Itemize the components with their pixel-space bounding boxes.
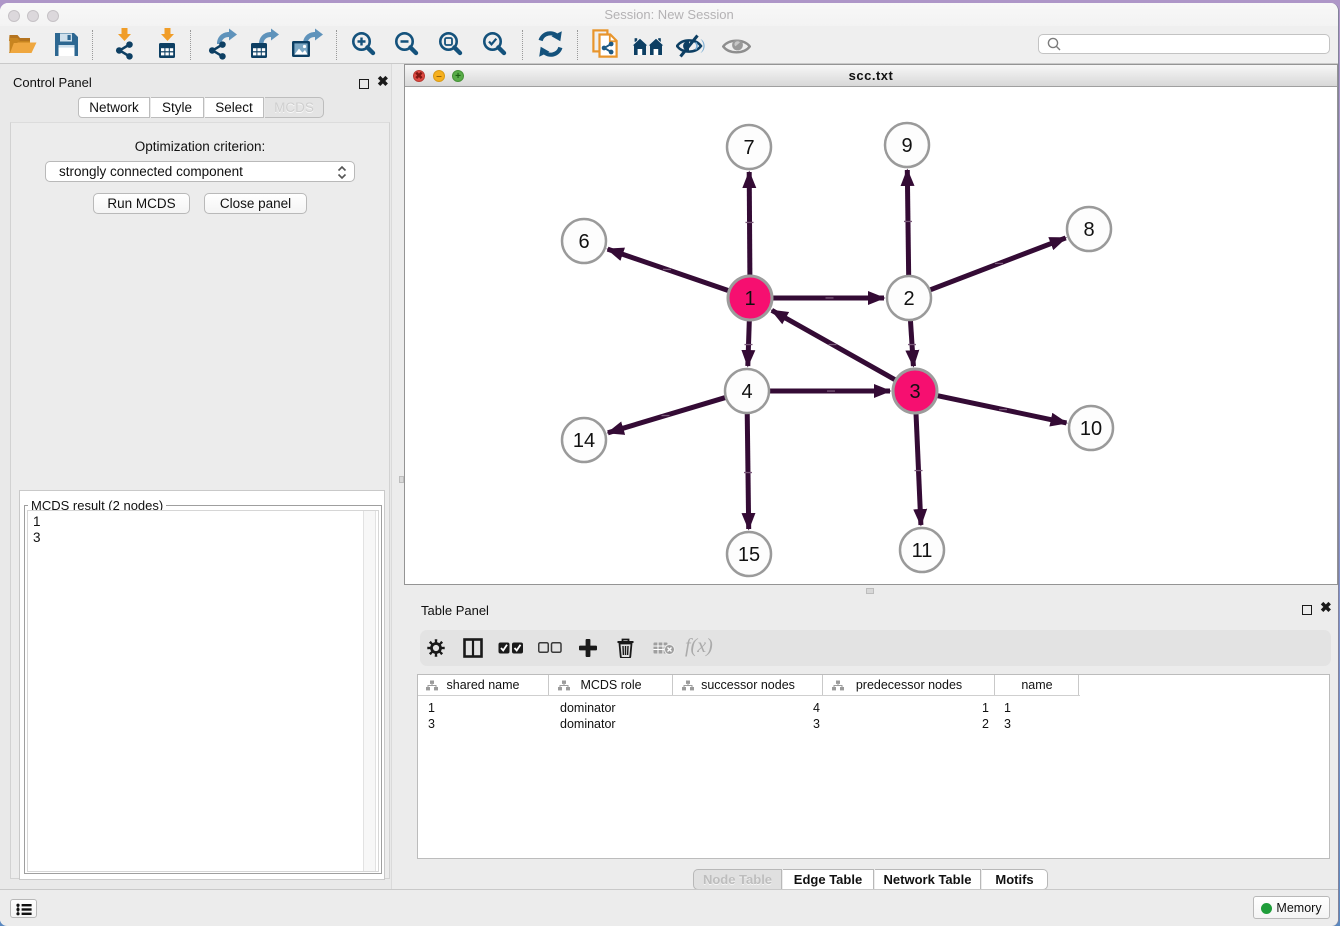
svg-text:11: 11: [912, 540, 933, 562]
svg-text:7: 7: [743, 137, 754, 159]
svg-text:1: 1: [744, 288, 755, 310]
svg-text:4: 4: [741, 381, 752, 403]
svg-text:14: 14: [573, 430, 595, 452]
svg-text:6: 6: [578, 231, 589, 253]
svg-text:2: 2: [903, 288, 914, 310]
svg-text:15: 15: [738, 544, 760, 566]
svg-text:9: 9: [901, 135, 912, 157]
svg-text:8: 8: [1083, 219, 1094, 241]
svg-text:3: 3: [909, 381, 920, 403]
svg-text:10: 10: [1080, 418, 1102, 440]
